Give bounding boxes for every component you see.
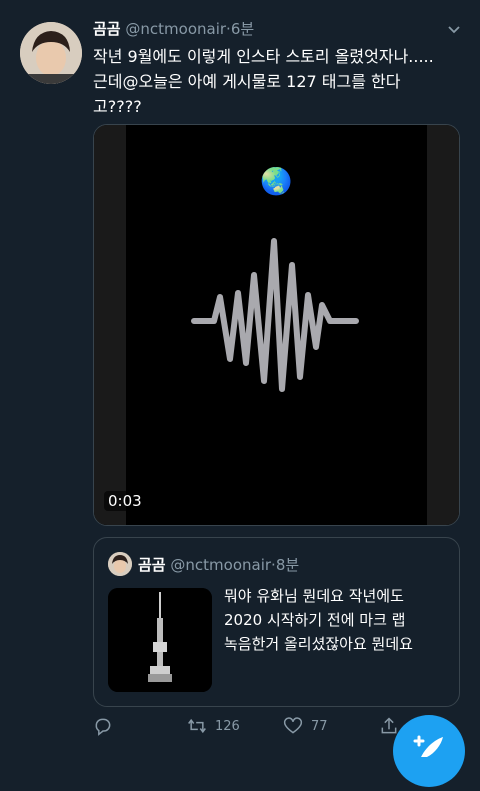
quoted-time: 8분 (275, 556, 300, 574)
like-button[interactable]: 77 (283, 716, 328, 736)
feather-plus-icon (413, 735, 443, 757)
retweet-icon (188, 718, 206, 734)
like-count: 77 (311, 718, 328, 734)
quoted-author-name: 곰곰 (138, 556, 166, 574)
video-pillarbox-left (94, 125, 126, 525)
globe-emoji: 🌏 (260, 167, 293, 197)
author-avatar[interactable] (20, 22, 82, 84)
quoted-handle: @nctmoonair (170, 556, 272, 574)
tweet-time[interactable]: 6분 (231, 20, 254, 38)
quoted-text: 뭐야 유화님 뭔데요 작년에도 2020 시작하기 전에 마크 랩 녹음한거 올… (224, 587, 413, 653)
tweet-actions: 126 77 (93, 712, 413, 742)
quoted-thumbnail (108, 588, 212, 692)
reply-icon (95, 718, 111, 736)
chevron-down-icon[interactable] (446, 21, 462, 37)
tweet-text: 작년 9월에도 이렇게 인스타 스토리 올렸엇자나..... 근데@오늘은 아예… (93, 47, 434, 116)
video-duration: 0:03 (104, 491, 146, 511)
video-player[interactable]: 🌏 0:03 (93, 124, 460, 526)
retweet-button[interactable]: 126 (187, 716, 240, 736)
reply-button[interactable] (93, 716, 113, 736)
heart-icon (283, 717, 303, 734)
compose-tweet-button[interactable] (393, 715, 465, 787)
author-name[interactable]: 곰곰 (93, 20, 121, 38)
quoted-header: 곰곰 @nctmoonair·8분 (138, 554, 299, 575)
author-handle[interactable]: @nctmoonair (125, 20, 226, 38)
retweet-count: 126 (215, 718, 240, 734)
tweet-header: 곰곰 @nctmoonair·6분 (93, 18, 464, 44)
quoted-author-avatar (108, 552, 132, 576)
globe-icon: 🌏 (260, 167, 293, 197)
soundwave-icon (191, 238, 359, 392)
video-pillarbox-right (427, 125, 459, 525)
quoted-tweet[interactable]: 곰곰 @nctmoonair·8분 뭐야 유화님 뭔데요 작년에도 2020 시… (93, 537, 460, 707)
